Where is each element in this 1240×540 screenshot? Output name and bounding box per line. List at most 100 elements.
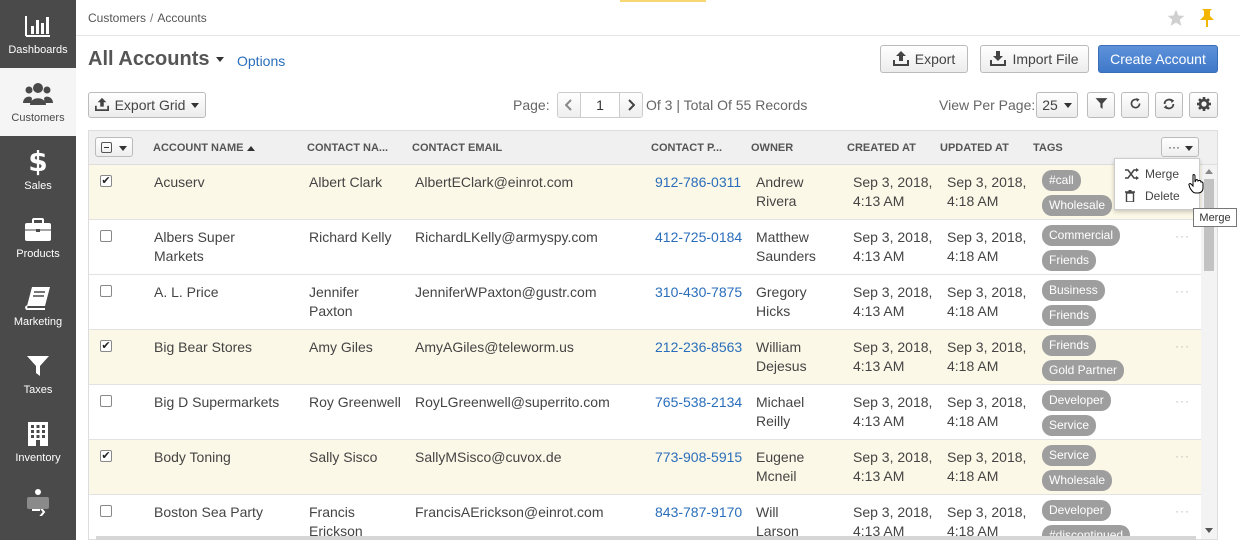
sidebar-item-taxes[interactable]: Taxes (0, 340, 76, 408)
star-icon[interactable] (1166, 8, 1186, 31)
tag-badge[interactable]: Friends (1042, 250, 1097, 271)
per-page-select[interactable]: 25 (1036, 92, 1078, 118)
tag-badge[interactable]: Service (1042, 445, 1097, 466)
row-more-icon[interactable]: ··· (1175, 339, 1190, 353)
row-checkbox[interactable]: ✔ (100, 175, 112, 187)
row-checkbox[interactable] (100, 505, 112, 517)
created-at-cell: Sep 3, 2018, 4:13 AM (853, 229, 933, 264)
table-row[interactable]: Boston Sea Party Francis Erickson FrancisAE… (89, 495, 1201, 539)
reset-button[interactable] (1155, 92, 1183, 118)
row-actions-menu-button[interactable]: ··· (1161, 137, 1199, 157)
sidebar-item-products[interactable]: Products (0, 204, 76, 272)
import-file-button[interactable]: Import File (980, 45, 1089, 73)
table-row[interactable]: Albers Super Markets Richard Kelly RichardL… (89, 220, 1201, 275)
refresh-button[interactable] (1121, 92, 1149, 118)
dollar-icon: $ (28, 145, 48, 178)
create-account-button[interactable]: Create Account (1098, 45, 1218, 73)
export-button[interactable]: Export (880, 45, 968, 73)
view-per-page-label: View Per Page: (939, 97, 1036, 113)
tag-badge[interactable]: Developer (1042, 390, 1111, 411)
contact-phone-cell[interactable]: 912-786-0311 (655, 173, 741, 192)
owner-cell: Will Larson (756, 504, 799, 539)
column-header-tags[interactable]: TAGS (1033, 142, 1063, 154)
row-checkbox[interactable] (100, 230, 112, 242)
updated-at-cell: Sep 3, 2018, 4:18 AM (947, 174, 1027, 209)
sidebar-item-sales[interactable]: $ Sales (0, 136, 76, 204)
tag-badge[interactable]: Commercial (1042, 225, 1121, 246)
column-header-updated-at[interactable]: UPDATED AT (940, 142, 1009, 154)
row-more-icon[interactable]: ··· (1175, 229, 1190, 243)
row-checkbox[interactable]: ✔ (100, 450, 112, 462)
column-header-contact-name[interactable]: CONTACT NA... (307, 142, 388, 154)
pin-icon[interactable] (1198, 8, 1216, 31)
grid-settings-button[interactable] (1189, 92, 1218, 118)
scroll-up-arrow-icon (1205, 169, 1213, 174)
page-number-input[interactable]: 1 (580, 93, 620, 117)
tag-badge[interactable]: Wholesale (1042, 470, 1113, 491)
tag-badge[interactable]: Friends (1042, 335, 1097, 356)
row-checkbox[interactable]: ✔ (100, 340, 112, 352)
table-row[interactable]: Big D Supermarkets Roy Greenwell RoyLGreen… (89, 385, 1201, 440)
column-header-contact-phone[interactable]: CONTACT P... (651, 142, 722, 154)
tag-badge[interactable]: Friends (1042, 305, 1097, 326)
row-more-icon[interactable]: ··· (1175, 394, 1190, 408)
contact-phone-cell[interactable]: 310-430-7875 (655, 283, 742, 302)
column-header-contact-email[interactable]: CONTACT EMAIL (412, 142, 502, 154)
contact-phone-cell[interactable]: 843-787-9170 (655, 503, 742, 522)
next-page-button[interactable] (620, 93, 642, 117)
contact-name-cell: Richard Kelly (309, 229, 392, 245)
select-all-checkbox[interactable] (95, 137, 133, 157)
sidebar-item-inventory[interactable]: Inventory (0, 408, 76, 476)
updated-at-cell: Sep 3, 2018, 4:18 AM (947, 394, 1027, 429)
tag-badge[interactable]: Developer (1042, 500, 1111, 521)
contact-phone-cell[interactable]: 773-908-5915 (655, 448, 742, 467)
column-header-created-at[interactable]: CREATED AT (847, 142, 916, 154)
filter-button[interactable] (1087, 92, 1115, 118)
contact-phone-cell[interactable]: 212-236-8563 (655, 338, 742, 357)
breadcrumb-customers[interactable]: Customers (88, 11, 146, 25)
row-more-icon[interactable]: ··· (1175, 504, 1190, 518)
column-header-owner[interactable]: OWNER (751, 142, 793, 154)
download-icon (990, 50, 1007, 69)
upload-icon (892, 50, 909, 69)
top-icons (1166, 8, 1216, 31)
breadcrumb-separator: / (150, 11, 154, 25)
contact-phone-cell[interactable]: 765-538-2134 (655, 393, 742, 412)
tags-cell: Developer Service (1042, 390, 1111, 436)
table-row[interactable]: ✔ Body Toning Sally Sisco SallyMSisco@cuvox… (89, 440, 1201, 495)
row-checkbox[interactable] (100, 395, 112, 407)
table-row[interactable]: A. L. Price Jennifer Paxton JenniferWPaxton… (89, 275, 1201, 330)
sidebar-item-customers[interactable]: Customers (0, 68, 76, 136)
row-checkbox[interactable] (100, 285, 112, 297)
tag-badge[interactable]: Service (1042, 415, 1097, 436)
table-row[interactable]: ✔ Acuserv Albert Clark AlbertEClark@einrot.… (89, 165, 1201, 220)
options-link[interactable]: Options (237, 53, 285, 69)
horizontal-scrollbar[interactable] (96, 536, 1196, 540)
contact-phone-cell[interactable]: 412-725-0184 (655, 228, 742, 247)
owner-cell: Matthew Saunders (756, 229, 816, 264)
export-grid-button[interactable]: Export Grid (88, 92, 206, 118)
contact-name-cell: Amy Giles (309, 339, 373, 355)
tag-badge[interactable]: Wholesale (1042, 195, 1113, 216)
sidebar-item-marketing[interactable]: Marketing (0, 272, 76, 340)
sidebar-item-dashboards[interactable]: Dashboards (0, 0, 76, 68)
caret-down-icon (1063, 102, 1072, 108)
sidebar-item-label: Products (16, 248, 60, 260)
tag-badge[interactable]: Gold Partner (1042, 360, 1125, 381)
updated-at-cell: Sep 3, 2018, 4:18 AM (947, 449, 1027, 484)
caret-down-icon (191, 102, 200, 108)
prev-page-button[interactable] (558, 93, 580, 117)
sidebar-item-label: Customers (11, 112, 65, 124)
gear-icon (1196, 96, 1211, 114)
tag-badge[interactable]: Business (1042, 280, 1105, 301)
created-at-cell: Sep 3, 2018, 4:13 AM (853, 174, 933, 209)
column-header-account-name[interactable]: ACCOUNT NAME (153, 142, 256, 154)
row-more-icon[interactable]: ··· (1175, 449, 1190, 463)
table-row[interactable]: ✔ Big Bear Stores Amy Giles AmyAGiles@telew… (89, 330, 1201, 385)
sidebar-collapse-handle[interactable] (0, 497, 76, 509)
page-title[interactable]: All Accounts (88, 48, 224, 71)
book-icon (25, 284, 51, 312)
tag-badge[interactable]: #call (1042, 170, 1081, 191)
row-more-icon[interactable]: ··· (1175, 284, 1190, 298)
sidebar-item-more[interactable] (0, 476, 76, 516)
